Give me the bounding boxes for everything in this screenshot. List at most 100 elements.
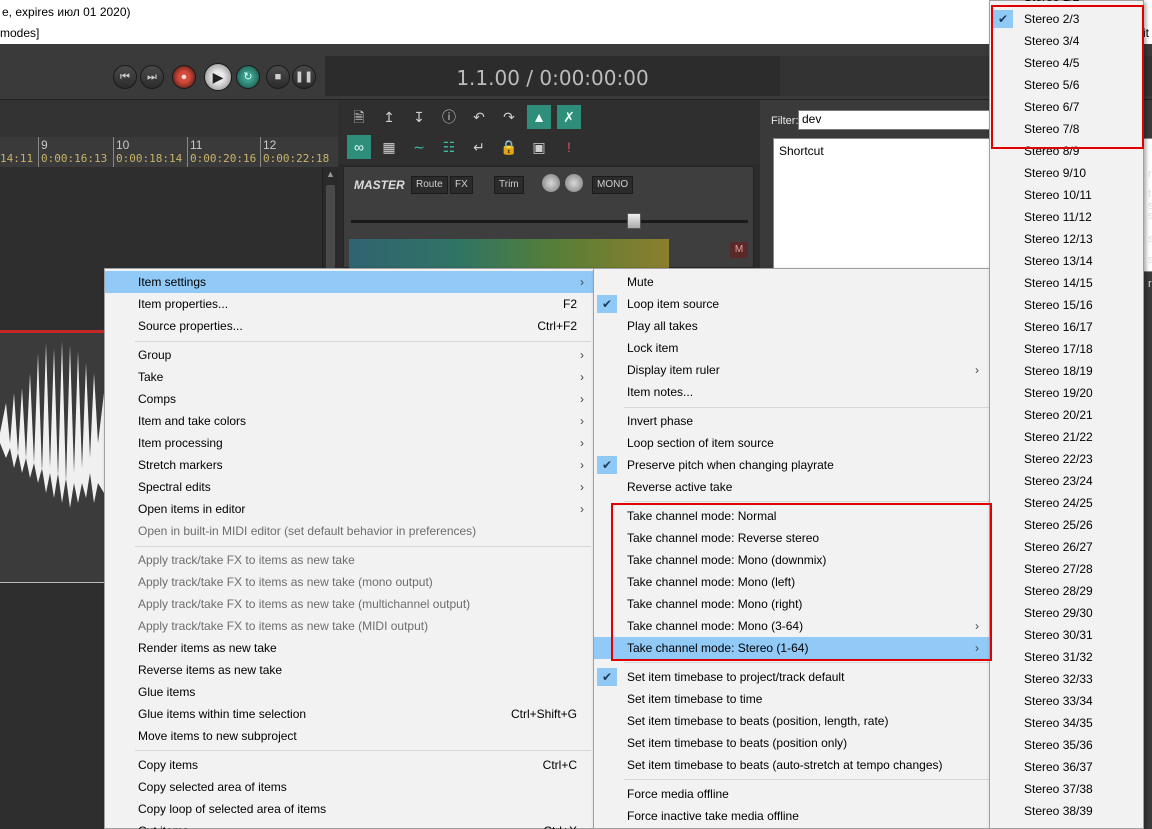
menu-item-stereo[interactable]: Stereo 10/11 — [990, 184, 1143, 206]
media-item-waveform[interactable] — [0, 333, 104, 583]
menu-item-group[interactable]: Group › — [105, 344, 593, 366]
pan-knob[interactable] — [565, 174, 583, 192]
stop-icon[interactable]: ■ — [266, 65, 290, 89]
menu-item-source-properties[interactable]: Source properties... Ctrl+F2 — [105, 315, 593, 337]
pause-icon[interactable]: ❚❚ — [292, 65, 316, 89]
alert-icon[interactable]: ! — [557, 135, 581, 159]
color-icon[interactable]: ▣ — [527, 135, 551, 159]
redo-icon[interactable]: ↷ — [497, 105, 521, 129]
menu-item-stereo[interactable]: Stereo 3/4 — [990, 30, 1143, 52]
menu-item-loop-section[interactable]: Loop section of item source — [594, 432, 992, 454]
menu-item-stereo[interactable]: Stereo 8/9 — [990, 140, 1143, 162]
menu-item-stereo[interactable]: Stereo 19/20 — [990, 382, 1143, 404]
menu-item-channel-mono-downmix[interactable]: Take channel mode: Mono (downmix) — [594, 549, 992, 571]
menu-item-stereo[interactable]: Stereo 28/29 — [990, 580, 1143, 602]
new-project-icon[interactable]: 🗎 — [347, 105, 371, 129]
skip-back-icon[interactable]: ⏮ — [113, 65, 137, 89]
menu-item-stereo[interactable]: Stereo 11/12 — [990, 206, 1143, 228]
menu-item-reverse-items[interactable]: Reverse items as new take — [105, 659, 593, 681]
menu-item-stereo[interactable]: Stereo 18/19 — [990, 360, 1143, 382]
menu-item-reverse-active-take[interactable]: Reverse active take — [594, 476, 992, 498]
menu-item-stereo[interactable]: Stereo 20/21 — [990, 404, 1143, 426]
play-icon[interactable]: ▶ — [204, 63, 232, 91]
loop-icon[interactable]: ↻ — [236, 65, 260, 89]
grid-icon[interactable]: ▦ — [377, 135, 401, 159]
menu-item-stretch-markers[interactable]: Stretch markers › — [105, 454, 593, 476]
menu-item-stereo[interactable]: Stereo 14/15 — [990, 272, 1143, 294]
menu-item-preserve-pitch[interactable]: ✔ Preserve pitch when changing playrate — [594, 454, 992, 476]
menu-item-channel-mono-right[interactable]: Take channel mode: Mono (right) — [594, 593, 992, 615]
info-icon[interactable]: ⓘ — [437, 105, 461, 129]
menu-item-stereo[interactable]: Stereo 38/39 — [990, 800, 1143, 822]
menu-item-item-properties[interactable]: Item properties... F2 — [105, 293, 593, 315]
menu-item-stereo[interactable]: Stereo 21/22 — [990, 426, 1143, 448]
menu-item-stereo[interactable]: Stereo 17/18 — [990, 338, 1143, 360]
loop-points-icon[interactable]: ↵ — [467, 135, 491, 159]
menu-item-stereo[interactable]: Stereo 29/30 — [990, 602, 1143, 624]
menu-item-stereo[interactable]: Stereo 32/33 — [990, 668, 1143, 690]
menu-item-apply-fx-midi[interactable]: Apply track/take FX to items as new take… — [105, 615, 593, 637]
menu-item-apply-fx-multichannel[interactable]: Apply track/take FX to items as new take… — [105, 593, 593, 615]
menu-item-stereo[interactable]: Stereo 24/25 — [990, 492, 1143, 514]
position-display[interactable]: 1.1.00 / 0:00:00:00 — [325, 56, 780, 96]
lock-icon[interactable]: 🔒 — [497, 135, 521, 159]
menu-item-stereo[interactable]: Stereo 30/31 — [990, 624, 1143, 646]
menu-item-stereo[interactable]: Stereo 27/28 — [990, 558, 1143, 580]
timeline-ruler[interactable]: 14:11 9 0:00:16:13 10 0:00:18:14 11 0:00… — [0, 137, 338, 167]
menu-item-display-item-ruler[interactable]: Display item ruler › — [594, 359, 992, 381]
master-fader-track[interactable] — [351, 220, 748, 223]
menu-item-stereo[interactable]: ✔ Stereo 2/3 — [990, 8, 1143, 30]
undo-icon[interactable]: ↶ — [467, 105, 491, 129]
menu-item-stereo[interactable]: Stereo 26/27 — [990, 536, 1143, 558]
menu-item-stereo[interactable]: Stereo 34/35 — [990, 712, 1143, 734]
menu-item-channel-stereo-1-64[interactable]: Take channel mode: Stereo (1-64) › — [594, 637, 992, 659]
menu-item-invert-phase[interactable]: Invert phase — [594, 410, 992, 432]
menu-item-apply-fx-mono[interactable]: Apply track/take FX to items as new take… — [105, 571, 593, 593]
menu-item-stereo[interactable]: Stereo 15/16 — [990, 294, 1143, 316]
menu-item-timebase-default[interactable]: ✔ Set item timebase to project/track defa… — [594, 666, 992, 688]
master-fader-thumb[interactable] — [627, 213, 641, 229]
route-button[interactable]: Route — [411, 176, 448, 194]
menu-item-move-to-subproject[interactable]: Move items to new subproject — [105, 725, 593, 747]
menu-item-play-all-takes[interactable]: Play all takes — [594, 315, 992, 337]
menu-item-comps[interactable]: Comps › — [105, 388, 593, 410]
menu-item-apply-fx-new-take[interactable]: Apply track/take FX to items as new take — [105, 549, 593, 571]
menu-item-copy-loop[interactable]: Copy loop of selected area of items — [105, 798, 593, 820]
menu-item-stereo[interactable]: Stereo 1/2 — [990, 0, 1143, 8]
record-icon[interactable]: ● — [172, 65, 196, 89]
menu-item-item-processing[interactable]: Item processing › — [105, 432, 593, 454]
menu-item-channel-mono-left[interactable]: Take channel mode: Mono (left) — [594, 571, 992, 593]
menu-item-item-and-take-colors[interactable]: Item and take colors › — [105, 410, 593, 432]
menu-item-channel-reverse-stereo[interactable]: Take channel mode: Reverse stereo — [594, 527, 992, 549]
menu-item-glue-within-selection[interactable]: Glue items within time selection Ctrl+Shi… — [105, 703, 593, 725]
menu-item-loop-item-source[interactable]: ✔ Loop item source — [594, 293, 992, 315]
save-project-icon[interactable]: ↧ — [407, 105, 431, 129]
menu-item-stereo[interactable]: Stereo 37/38 — [990, 778, 1143, 800]
crossfade-icon[interactable]: ✗ — [557, 105, 581, 129]
menu-item-take[interactable]: Take › — [105, 366, 593, 388]
menu-item-open-items-in-editor[interactable]: Open items in editor › — [105, 498, 593, 520]
filter-input[interactable]: dev — [798, 110, 994, 130]
menu-item-stereo[interactable]: Stereo 35/36 — [990, 734, 1143, 756]
menu-item-lock-item[interactable]: Lock item — [594, 337, 992, 359]
menu-item-copy-items[interactable]: Copy items Ctrl+C — [105, 754, 593, 776]
trim-button[interactable]: Trim — [494, 176, 524, 194]
menu-item-channel-normal[interactable]: Take channel mode: Normal — [594, 505, 992, 527]
menu-item-copy-selected-area[interactable]: Copy selected area of items — [105, 776, 593, 798]
fx-button[interactable]: FX — [450, 176, 473, 194]
menu-item-stereo[interactable]: Stereo 31/32 — [990, 646, 1143, 668]
menu-item-timebase-beats-position[interactable]: Set item timebase to beats (position onl… — [594, 732, 992, 754]
link-icon[interactable]: ∞ — [347, 135, 371, 159]
menu-item-stereo[interactable]: Stereo 7/8 — [990, 118, 1143, 140]
menu-item-render-items[interactable]: Render items as new take — [105, 637, 593, 659]
menu-item-spectral-edits[interactable]: Spectral edits › — [105, 476, 593, 498]
menu-item-cut-items[interactable]: Cut items Ctrl+X — [105, 820, 593, 829]
menu-item-mute[interactable]: Mute — [594, 271, 992, 293]
volume-knob[interactable] — [542, 174, 560, 192]
master-mute-button[interactable]: M — [730, 242, 748, 258]
menu-item-stereo[interactable]: Stereo 33/34 — [990, 690, 1143, 712]
metronome-icon[interactable]: ▲ — [527, 105, 551, 129]
skip-forward-icon[interactable]: ⏭ — [140, 65, 164, 89]
snap-grid-icon[interactable]: ☷ — [437, 135, 461, 159]
menu-item-stereo[interactable]: Stereo 13/14 — [990, 250, 1143, 272]
